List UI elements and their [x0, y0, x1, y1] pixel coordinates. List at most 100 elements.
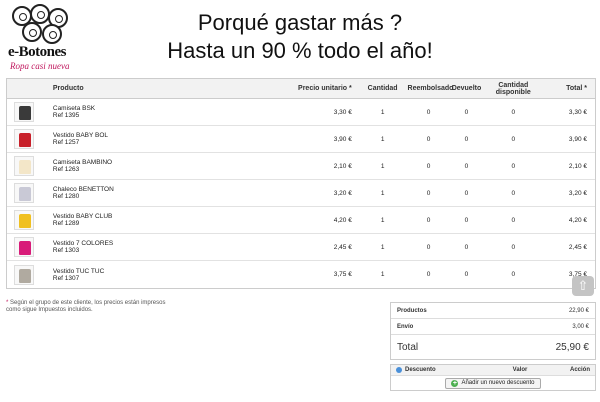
unit-price: 3,30 €	[333, 108, 352, 116]
available-quantity: 0	[511, 162, 516, 170]
discount-header: Descuento Valor Acción	[391, 365, 595, 376]
refunded: 0	[426, 162, 431, 170]
product-name[interactable]: Chaleco BENETTON	[53, 186, 254, 193]
available-quantity: 0	[511, 243, 516, 251]
totals-shipping-row: Envío 3,00 €	[391, 319, 595, 335]
product-ref: Ref 1307	[52, 274, 80, 282]
product-ref: Ref 1395	[52, 112, 80, 119]
quantity: 1	[380, 216, 385, 224]
col-returned: Devuelto	[451, 85, 482, 92]
col-product: Producto	[52, 85, 84, 92]
order-products-table: Producto Precio unitario * Cantidad Reem…	[6, 78, 596, 289]
discount-col-label: Descuento	[405, 367, 436, 373]
available-quantity: 0	[511, 216, 516, 224]
unit-price: 2,45 €	[333, 243, 352, 251]
returned: 0	[464, 162, 469, 170]
product-name[interactable]: Vestido BABY BOL	[53, 132, 254, 139]
totals-products-row: Productos 22,90 €	[391, 303, 595, 319]
returned: 0	[464, 108, 469, 116]
totals-shipping-label: Envío	[397, 323, 414, 330]
totals-grand-row: Total 25,90 €	[391, 335, 595, 359]
table-row: Camiseta BAMBINO Ref 1263 2,10 € 1 0 0 0 2,10 €	[7, 153, 595, 180]
add-discount-label: Añadir un nuevo descuento	[461, 380, 535, 386]
table-row: Vestido BABY BOL Ref 1257 3,90 € 1 0 0 0 3,90 €	[7, 126, 595, 153]
product-name[interactable]: Camiseta BAMBINO	[53, 159, 254, 166]
table-row: Vestido 7 COLORES Ref 1303 2,45 € 1 0 0 0 2,45 …	[7, 234, 595, 261]
quantity: 1	[380, 108, 385, 116]
table-row: Vestido BABY CLUB Ref 1289 4,20 € 1 0 0 0 4,20 …	[7, 207, 595, 234]
available-quantity: 0	[511, 135, 516, 143]
quantity: 1	[380, 189, 385, 197]
line-total: 3,90 €	[568, 135, 587, 143]
note-asterisk: *	[6, 300, 9, 306]
refunded: 0	[426, 216, 431, 224]
totals-products-label: Productos	[397, 307, 427, 314]
table-row: Vestido TUC TUC Ref 1307 3,75 €1 0 0 0 3,75 €	[7, 261, 595, 288]
back-to-top-button[interactable]: ⇧	[572, 276, 594, 296]
available-quantity: 0	[511, 271, 516, 278]
discount-panel: Descuento Valor Acción + Añadir un nuevo…	[390, 364, 596, 391]
line-total: 2,45 €	[568, 243, 587, 251]
totals-products-value: 22,90 €	[568, 307, 589, 314]
totals-grand-label: Total	[397, 341, 419, 353]
table-row: Chaleco BENETTON Ref 1280 3,20 € 1 0 0 0 3,20 €	[7, 180, 595, 207]
product-thumbnail[interactable]	[13, 102, 34, 122]
product-name[interactable]: Vestido BABY CLUB	[53, 213, 254, 220]
product-ref: Ref 1289	[52, 220, 80, 227]
table-row: Camiseta BSK Ref 1395 3,30 € 1 0 0 0 3,30 €	[7, 99, 595, 126]
product-thumbnail[interactable]	[13, 183, 34, 203]
refunded: 0	[426, 135, 431, 143]
refunded: 0	[426, 108, 431, 116]
unit-price: 3,75 €	[333, 271, 352, 278]
product-ref: Ref 1303	[52, 247, 80, 254]
available-quantity: 0	[511, 189, 516, 197]
add-discount-button[interactable]: + Añadir un nuevo descuento	[445, 377, 541, 389]
totals-grand-value: 25,90 €	[555, 341, 589, 353]
product-name[interactable]: Camiseta BSK	[53, 105, 254, 112]
product-thumbnail[interactable]	[13, 210, 34, 230]
product-name[interactable]: Vestido 7 COLORES	[53, 240, 254, 247]
returned: 0	[464, 135, 469, 143]
product-thumbnail[interactable]	[13, 129, 34, 149]
returned: 0	[464, 271, 469, 278]
unit-price: 4,20 €	[333, 216, 352, 224]
unit-price: 2,10 €	[333, 162, 352, 170]
product-thumbnail[interactable]	[13, 264, 34, 285]
discount-col-value: Valor	[512, 367, 528, 373]
page-header: e-Botones Ropa casi nueva Porqué gastar …	[0, 0, 600, 78]
product-thumbnail[interactable]	[13, 237, 34, 257]
note-text: Según el grupo de este cliente, los prec…	[6, 300, 166, 313]
unit-price: 3,20 €	[333, 189, 352, 197]
unit-price: 3,90 €	[333, 135, 352, 143]
col-total: Total *	[566, 85, 587, 92]
line-total: 2,10 €	[568, 162, 587, 170]
col-unit-price: Precio unitario *	[298, 85, 352, 92]
add-icon: +	[451, 379, 459, 387]
col-quantity: Cantidad	[367, 85, 398, 92]
product-ref: Ref 1257	[52, 139, 80, 146]
promo-subheadline: Hasta un 90 % todo el año!	[167, 38, 433, 63]
table-header: Producto Precio unitario * Cantidad Reem…	[7, 79, 595, 99]
refunded: 0	[426, 243, 431, 251]
promo-headline: Porqué gastar más ?	[197, 10, 403, 35]
totals-shipping-value: 3,00 €	[572, 323, 589, 330]
line-total: 3,20 €	[568, 189, 587, 197]
returned: 0	[464, 243, 469, 251]
discount-icon	[396, 367, 402, 373]
product-name[interactable]: Vestido TUC TUC	[53, 268, 254, 275]
col-available: Cantidad disponible	[495, 81, 531, 96]
product-ref: Ref 1280	[52, 193, 80, 200]
order-totals: Productos 22,90 € Envío 3,00 € Total 25,…	[390, 302, 596, 360]
col-refunded: Reembolsado	[407, 85, 454, 92]
quantity: 1	[380, 271, 385, 278]
refunded: 0	[426, 189, 431, 197]
refunded: 0	[426, 271, 431, 278]
quantity: 1	[380, 162, 385, 170]
line-total: 4,20 €	[568, 216, 587, 224]
discount-col-action: Acción	[569, 367, 590, 373]
returned: 0	[464, 216, 469, 224]
returned: 0	[464, 189, 469, 197]
product-ref: Ref 1263	[52, 166, 80, 173]
product-thumbnail[interactable]	[13, 156, 34, 176]
tax-note: * Según el grupo de este cliente, los pr…	[6, 300, 166, 314]
